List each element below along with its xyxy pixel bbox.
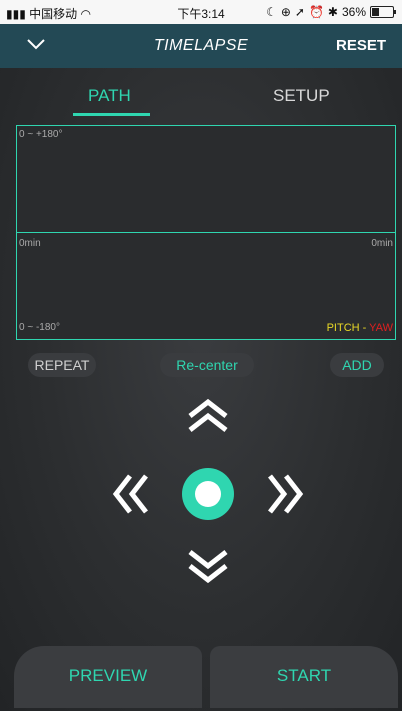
alarm-icon: ⏰ xyxy=(308,5,324,19)
chevron-double-left-icon[interactable] xyxy=(112,472,152,516)
preview-button[interactable]: PREVIEW xyxy=(14,646,202,708)
graph-legend: PITCH - YAW xyxy=(327,322,393,334)
bluetooth-icon: ✱ xyxy=(327,5,338,19)
add-button[interactable]: ADD xyxy=(330,353,384,377)
graph-right-time: 0min xyxy=(371,238,393,249)
graph-top-range: 0 ~ +180° xyxy=(19,129,63,140)
reset-button[interactable]: RESET xyxy=(336,37,386,54)
center-button[interactable] xyxy=(182,468,234,520)
main-content: PATH SETUP 0 ~ +180° 0min 0min 0 ~ -180°… xyxy=(0,68,402,711)
tab-setup[interactable]: SETUP xyxy=(273,86,330,106)
chevron-double-right-icon[interactable] xyxy=(264,472,304,516)
chevron-double-up-icon[interactable] xyxy=(186,398,230,434)
battery-icon xyxy=(370,6,396,18)
nav-bar: TIMELAPSE RESET xyxy=(0,24,402,68)
graph-center-line xyxy=(17,232,395,233)
chevron-double-down-icon[interactable] xyxy=(186,548,230,584)
center-dot-icon xyxy=(195,481,221,507)
start-label: START xyxy=(276,666,332,685)
graph-bottom-range: 0 ~ -180° xyxy=(19,322,60,333)
location-icon: ➚ xyxy=(294,5,305,19)
preview-label: PREVIEW xyxy=(68,666,148,685)
legend-separator: - xyxy=(359,322,370,334)
status-right: ☾ ⊕ ➚ ⏰ ✱ 36% xyxy=(266,5,396,19)
legend-pitch: PITCH xyxy=(326,322,360,334)
repeat-button[interactable]: REPEAT xyxy=(28,353,96,377)
lock-rotation-icon: ⊕ xyxy=(280,5,291,19)
tab-path[interactable]: PATH xyxy=(88,86,131,106)
battery-percent: 36% xyxy=(341,5,366,19)
legend-yaw: YAW xyxy=(369,322,393,334)
recenter-button[interactable]: Re-center xyxy=(160,353,254,377)
status-bar: ▮▮▮ 中国移动 ◠ 下午3:14 ☾ ⊕ ➚ ⏰ ✱ 36% xyxy=(0,0,402,24)
start-button[interactable]: START xyxy=(210,646,398,708)
path-graph[interactable]: 0 ~ +180° 0min 0min 0 ~ -180° PITCH - YA… xyxy=(16,125,396,340)
moon-icon: ☾ xyxy=(266,5,277,19)
active-tab-indicator xyxy=(73,113,150,116)
graph-left-time: 0min xyxy=(19,238,41,249)
